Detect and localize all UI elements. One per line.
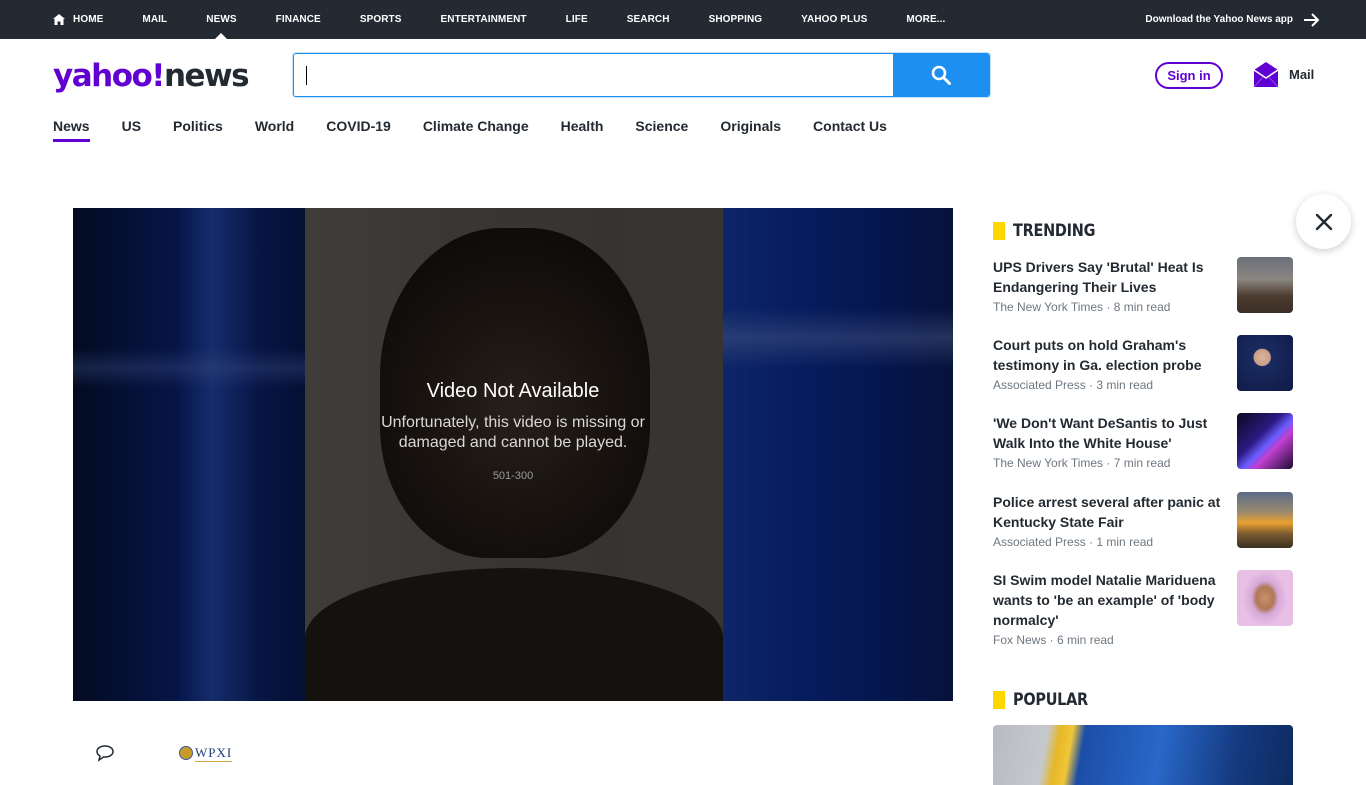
trending-item-source: Fox News bbox=[993, 633, 1047, 647]
comment-icon bbox=[96, 745, 114, 762]
topnav-news[interactable]: NEWS bbox=[206, 0, 237, 39]
topnav-search[interactable]: SEARCH bbox=[627, 0, 670, 39]
topnav-entertainment[interactable]: ENTERTAINMENT bbox=[441, 0, 527, 39]
section-nav: News US Politics World COVID-19 Climate … bbox=[53, 118, 919, 142]
trending-item-source: The New York Times bbox=[993, 456, 1104, 470]
popular-label: POPULAR bbox=[1013, 690, 1088, 710]
trending-item-title[interactable]: SI Swim model Natalie Mariduena wants to… bbox=[993, 570, 1221, 630]
trending-item[interactable]: Court puts on hold Graham's testimony in… bbox=[993, 335, 1293, 392]
search-icon bbox=[931, 65, 951, 85]
search-input[interactable] bbox=[294, 54, 893, 96]
download-app-link[interactable]: Download the Yahoo News app bbox=[1145, 0, 1320, 39]
trending-item-thumbnail[interactable] bbox=[1237, 335, 1293, 391]
trending-item-read-time: 3 min read bbox=[1096, 378, 1154, 392]
top-bar: HOME MAIL NEWS FINANCE SPORTS ENTERTAINM… bbox=[0, 0, 1366, 39]
trending-item-meta: Fox News · 6 min read bbox=[993, 633, 1114, 647]
yahoo-news-logo[interactable]: yahoo!news bbox=[53, 58, 250, 94]
trending-item-read-time: 6 min read bbox=[1057, 633, 1114, 647]
trending-marker bbox=[993, 222, 1005, 240]
sign-in-button[interactable]: Sign in bbox=[1155, 62, 1223, 89]
trending-item-thumbnail[interactable] bbox=[1237, 257, 1293, 313]
subnav-news[interactable]: News bbox=[53, 118, 90, 142]
subnav-science[interactable]: Science bbox=[635, 118, 688, 139]
search-button[interactable] bbox=[893, 54, 989, 96]
subnav-politics[interactable]: Politics bbox=[173, 118, 223, 139]
wpxi-seal-icon bbox=[179, 746, 193, 760]
subnav-health[interactable]: Health bbox=[561, 118, 604, 139]
topnav-home[interactable]: HOME bbox=[53, 0, 103, 39]
subnav-us[interactable]: US bbox=[122, 118, 141, 139]
close-icon bbox=[1315, 213, 1332, 230]
top-nav: HOME MAIL NEWS FINANCE SPORTS ENTERTAINM… bbox=[53, 0, 984, 39]
logo-yahoo: yahoo! bbox=[53, 58, 165, 94]
topnav-finance[interactable]: FINANCE bbox=[276, 0, 321, 39]
topnav-shopping[interactable]: SHOPPING bbox=[709, 0, 763, 39]
mail-icon bbox=[1253, 62, 1279, 88]
search-box bbox=[293, 53, 990, 97]
trending-item-source: The New York Times bbox=[993, 300, 1104, 314]
wpxi-logo-text: WPXI bbox=[195, 744, 233, 762]
popular-item-image[interactable] bbox=[993, 725, 1293, 785]
topnav-mail[interactable]: MAIL bbox=[142, 0, 167, 39]
close-button[interactable] bbox=[1296, 194, 1351, 249]
trending-item-title[interactable]: UPS Drivers Say 'Brutal' Heat Is Endange… bbox=[993, 257, 1221, 297]
popular-heading: POPULAR bbox=[993, 690, 1101, 710]
trending-item-thumbnail[interactable] bbox=[1237, 413, 1293, 469]
trending-item[interactable]: SI Swim model Natalie Mariduena wants to… bbox=[993, 570, 1293, 647]
topnav-sports[interactable]: SPORTS bbox=[360, 0, 402, 39]
video-error-line-2: damaged and cannot be played. bbox=[398, 434, 628, 451]
trending-item-source: Associated Press bbox=[993, 378, 1086, 392]
trending-item-source: Associated Press bbox=[993, 535, 1086, 549]
trending-item[interactable]: Police arrest several after panic at Ken… bbox=[993, 492, 1293, 549]
topnav-life[interactable]: LIFE bbox=[566, 0, 588, 39]
video-error-overlay bbox=[73, 208, 953, 701]
trending-item-thumbnail[interactable] bbox=[1237, 570, 1293, 626]
topnav-yahoo-plus[interactable]: YAHOO PLUS bbox=[801, 0, 867, 39]
trending-item-title[interactable]: 'We Don't Want DeSantis to Just Walk Int… bbox=[993, 413, 1221, 453]
video-error-line-1: Unfortunately, this video is missing or bbox=[381, 414, 645, 431]
subnav-contact-us[interactable]: Contact Us bbox=[813, 118, 887, 139]
mail-link[interactable]: Mail bbox=[1253, 60, 1314, 88]
trending-item-title[interactable]: Police arrest several after panic at Ken… bbox=[993, 492, 1221, 532]
trending-heading: TRENDING bbox=[993, 221, 1110, 241]
trending-item-title[interactable]: Court puts on hold Graham's testimony in… bbox=[993, 335, 1221, 375]
trending-item-read-time: 1 min read bbox=[1096, 535, 1154, 549]
trending-item-read-time: 7 min read bbox=[1113, 456, 1171, 470]
topnav-home-label: HOME bbox=[73, 14, 104, 25]
text-caret bbox=[306, 66, 307, 85]
video-error-code: 501-300 bbox=[492, 470, 534, 482]
video-error-message: Unfortunately, this video is missing or … bbox=[73, 413, 953, 453]
subnav-covid-19[interactable]: COVID-19 bbox=[326, 118, 391, 139]
comments-button[interactable] bbox=[95, 744, 115, 762]
trending-item[interactable]: 'We Don't Want DeSantis to Just Walk Int… bbox=[993, 413, 1293, 470]
logo-news: news bbox=[163, 58, 250, 94]
wpxi-logo[interactable]: WPXI bbox=[179, 744, 235, 762]
topnav-more[interactable]: MORE... bbox=[906, 0, 945, 39]
trending-item-thumbnail[interactable] bbox=[1237, 492, 1293, 548]
download-app-label: Download the Yahoo News app bbox=[1145, 14, 1293, 25]
home-icon bbox=[53, 14, 65, 25]
popular-marker bbox=[993, 691, 1005, 709]
mail-label: Mail bbox=[1289, 66, 1315, 82]
trending-label: TRENDING bbox=[1013, 221, 1096, 241]
video-player[interactable]: Video Not Available Unfortunately, this … bbox=[73, 208, 953, 701]
subnav-originals[interactable]: Originals bbox=[720, 118, 781, 139]
video-error-title: Video Not Available bbox=[426, 380, 600, 402]
trending-item[interactable]: UPS Drivers Say 'Brutal' Heat Is Endange… bbox=[993, 257, 1293, 314]
subnav-world[interactable]: World bbox=[255, 118, 294, 139]
trending-item-read-time: 8 min read bbox=[1113, 300, 1171, 314]
arrow-right-icon bbox=[1304, 12, 1320, 27]
subnav-climate-change[interactable]: Climate Change bbox=[423, 118, 529, 139]
